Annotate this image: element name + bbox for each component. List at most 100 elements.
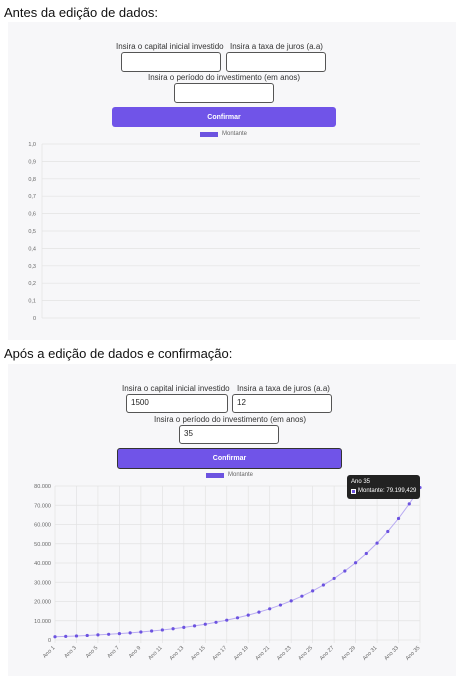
y-tick-label: 20.000 (34, 600, 51, 606)
y-tick-label: 10.000 (34, 619, 51, 625)
data-point (364, 551, 368, 556)
y-tick-label: 0 (33, 316, 36, 322)
data-point (257, 610, 261, 614)
line-chart: 80.000 70.000 60.000 50.000 40.000 30.000 20.0… (34, 484, 422, 662)
data-point (192, 624, 197, 628)
data-point (343, 569, 347, 573)
y-tick-label: 0,1 (28, 299, 36, 305)
data-point (182, 625, 186, 629)
before-caption: Antes da edição de dados: (4, 5, 158, 20)
y-tick-label: 0,6 (28, 212, 36, 218)
data-point (171, 627, 175, 631)
legend[interactable]: Montante (200, 131, 247, 137)
x-tick-label: Ano 21 (255, 645, 272, 662)
tooltip-text: Montante: 79.199,429 (358, 488, 417, 494)
data-point (311, 589, 315, 593)
data-point (386, 529, 390, 534)
y-tick-label: 50.000 (34, 542, 51, 548)
data-point (332, 576, 336, 581)
after-panel: Insira o capital inicial investido Insir… (8, 364, 456, 676)
y-tick-label: 0,8 (28, 177, 36, 183)
x-tick-label: Ano 7 (106, 645, 120, 659)
data-point (268, 607, 272, 611)
y-tick-label: 0,7 (28, 194, 36, 200)
period-input[interactable]: 35 (179, 425, 279, 444)
x-tick-label: Ano 19 (233, 645, 250, 662)
data-point (375, 541, 379, 545)
data-point (246, 613, 250, 617)
y-tick-label: 60.000 (34, 523, 51, 529)
y-tick-label: 0,2 (28, 281, 36, 287)
x-tick-label: Ano 35 (405, 645, 422, 662)
empty-chart: 1,0 0,9 0,8 0,7 0,6 0,5 0,4 0,3 0,2 0,1 0 (28, 142, 420, 322)
x-tick-label: Ano 5 (85, 645, 99, 659)
data-point (225, 618, 229, 622)
legend-swatch (206, 472, 224, 478)
capital-input[interactable]: 1500 (126, 394, 228, 413)
data-point (96, 633, 100, 637)
rate-input[interactable]: 12 (232, 394, 332, 413)
capital-label: Insira o capital inicial investido (122, 384, 230, 393)
x-tick-label: Ano 25 (297, 645, 314, 662)
data-point (117, 632, 122, 636)
x-tick-label: Ano 29 (340, 645, 357, 662)
x-tick-label: Ano 23 (276, 645, 293, 662)
x-tick-label: Ano 15 (190, 645, 207, 662)
legend-label: Montante (222, 131, 248, 137)
x-tick-label: Ano 11 (147, 645, 163, 661)
confirm-button[interactable]: Confirmar (112, 107, 336, 127)
x-tick-label: Ano 33 (383, 645, 400, 662)
data-point (128, 631, 132, 635)
data-point (74, 634, 79, 638)
y-tick-label: 0,9 (28, 159, 36, 165)
confirm-button[interactable]: Confirmar (117, 448, 342, 469)
data-point (160, 628, 164, 632)
after-caption: Após a edição de dados e confirmação: (4, 346, 233, 361)
data-point (203, 622, 207, 626)
data-point (235, 616, 240, 620)
x-tick-label: Ano 13 (169, 645, 186, 662)
tooltip-swatch (351, 489, 356, 494)
x-tick-label: Ano 9 (128, 645, 142, 659)
x-tick-label: Ano 17 (212, 645, 229, 662)
y-tick-label: 70.000 (34, 503, 51, 509)
y-tick-label: 30.000 (34, 580, 51, 586)
y-tick-label: 0,4 (28, 246, 36, 252)
data-point (321, 583, 325, 587)
data-point (53, 635, 57, 639)
x-tick-label: Ano 3 (63, 645, 77, 659)
rate-label: Insira a taxa de juros (a.a) (230, 42, 323, 51)
data-point (289, 599, 293, 603)
y-tick-label: 40.000 (34, 561, 51, 567)
legend-swatch (200, 131, 218, 137)
period-label: Insira o período do investimento (em ano… (148, 73, 301, 82)
y-tick-label: 0,3 (28, 264, 36, 270)
data-point (85, 633, 89, 638)
data-point (107, 632, 111, 636)
y-tick-label: 0,5 (28, 229, 36, 235)
capital-input[interactable] (121, 52, 221, 72)
data-point (300, 594, 304, 598)
data-point (150, 629, 154, 633)
data-point (278, 603, 283, 607)
rate-input[interactable] (226, 52, 326, 72)
tooltip-title: Ano 35 (351, 479, 371, 485)
y-tick-label: 0 (48, 638, 51, 644)
period-label: Insira o período do investimento (em ano… (154, 415, 307, 424)
y-tick-label: 80.000 (34, 484, 51, 490)
x-tick-label: Ano 27 (319, 645, 336, 662)
x-tick-label: Ano 31 (362, 645, 379, 662)
data-point (353, 561, 358, 565)
data-point (139, 630, 143, 634)
period-input[interactable] (174, 83, 274, 103)
data-point (407, 502, 411, 506)
x-tick-label: Ano 1 (42, 645, 56, 659)
capital-label: Insira o capital inicial investido (116, 42, 224, 51)
data-point (214, 620, 218, 624)
y-tick-label: 1,0 (28, 142, 36, 148)
data-point (64, 634, 68, 638)
data-point (396, 516, 401, 521)
rate-label: Insira a taxa de juros (a.a) (237, 384, 330, 393)
tooltip: Ano 35 Montante: 79.199,429 (347, 475, 421, 499)
before-panel: Insira o capital inicial investido Insir… (8, 22, 456, 340)
